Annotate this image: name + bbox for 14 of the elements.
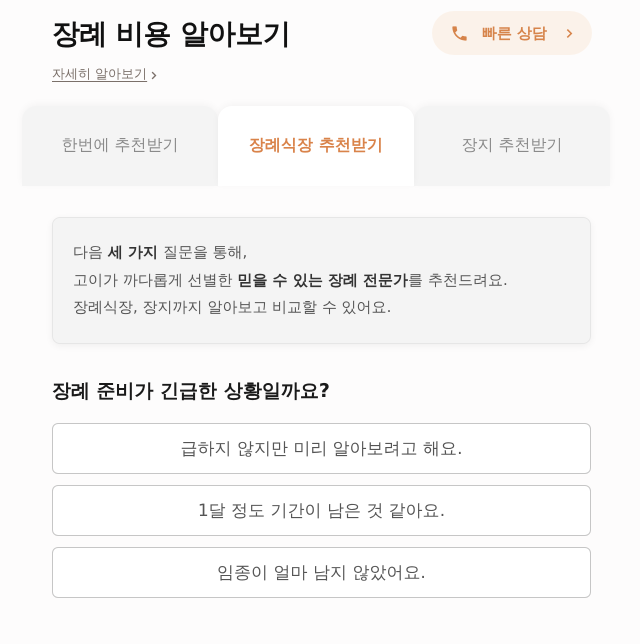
tab[interactable]: 장례식장 추천받기 (218, 106, 414, 186)
answer-option[interactable]: 임종이 얼마 남지 않았어요. (52, 546, 591, 598)
answer-option[interactable]: 급하지 않지만 미리 알아보려고 해요. (52, 422, 591, 474)
tab[interactable]: 장지 추천받기 (414, 106, 610, 186)
intro-text: 다음 세 가지 질문을 통해, 고이가 까다롭게 선별한 믿을 수 있는 장례 전문가를 추천드려요. 장례식장, 장지까지 알아보고 비교할 수 있어요. (73, 242, 509, 318)
question-title: 장례 준비가 긴급한 상황일까요? (52, 378, 331, 404)
chevron-icon (566, 28, 574, 38)
answer-option[interactable]: 1달 정도 기간이 남은 것 같아요. (52, 484, 591, 536)
tab[interactable]: 한번에 추천받기 (22, 106, 218, 186)
chevron-icon (151, 70, 158, 80)
phone-icon (450, 24, 469, 42)
quick-consult-button[interactable]: 빠른 상담 (432, 11, 592, 55)
page-title: 장례 비용 알아보기 (52, 16, 290, 52)
detail-link[interactable]: 자세히 알아보기 (52, 66, 158, 84)
